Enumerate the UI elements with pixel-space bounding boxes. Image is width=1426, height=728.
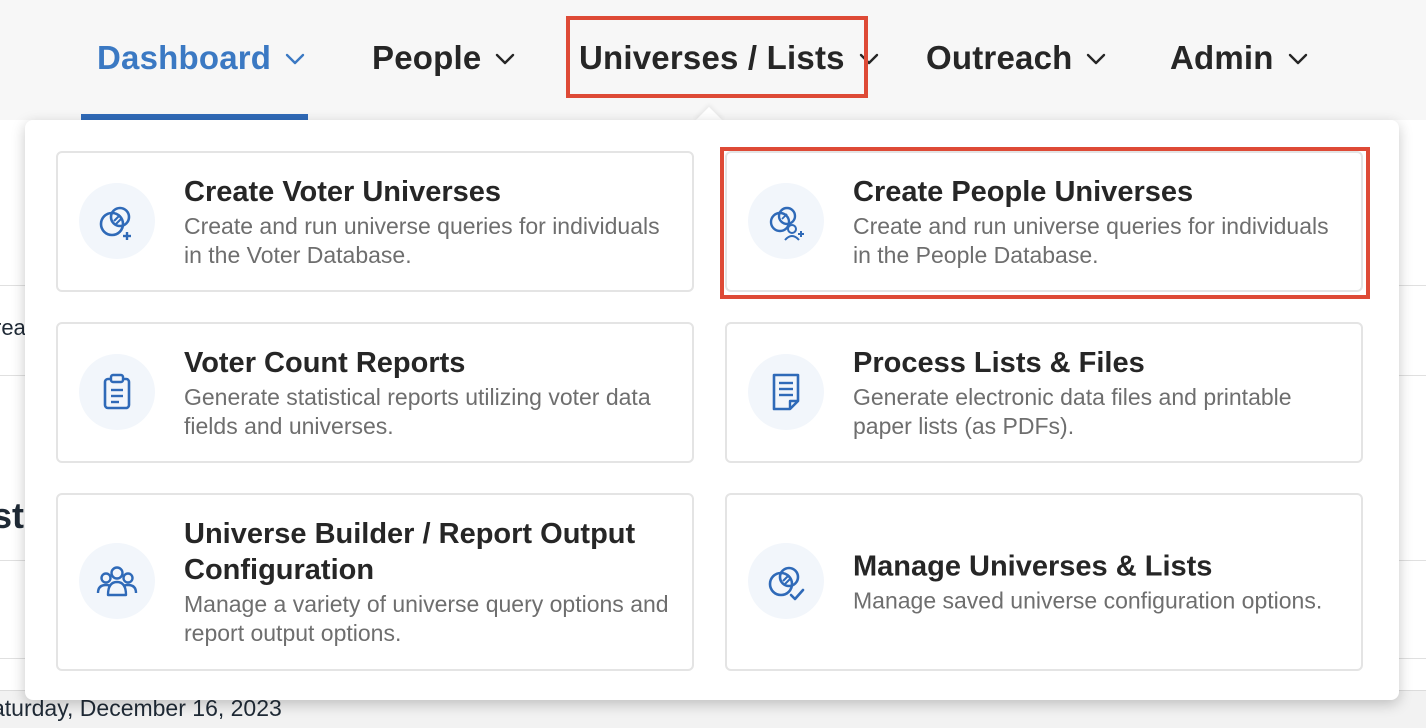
nav-item-people[interactable]: People bbox=[372, 0, 515, 116]
card-text: Manage Universes & Lists Manage saved un… bbox=[853, 549, 1341, 616]
universes-lists-dropdown: Create Voter Universes Create and run un… bbox=[25, 120, 1399, 700]
highlight-box bbox=[566, 16, 868, 98]
nav-item-admin[interactable]: Admin bbox=[1170, 0, 1308, 116]
menu-card-universe-builder-config[interactable]: Universe Builder / Report Output Configu… bbox=[56, 493, 694, 671]
menu-card-create-voter-universes[interactable]: Create Voter Universes Create and run un… bbox=[56, 151, 694, 292]
card-title: Create Voter Universes bbox=[184, 175, 502, 208]
document-icon bbox=[772, 373, 800, 410]
card-text: Create Voter Universes Create and run un… bbox=[184, 174, 672, 270]
card-text: Create People Universes Create and run u… bbox=[853, 174, 1341, 270]
icon-badge bbox=[79, 182, 155, 259]
clipboard-icon bbox=[103, 373, 131, 409]
card-description: Manage saved universe configuration opti… bbox=[853, 587, 1323, 614]
card-description: Manage a variety of universe query optio… bbox=[184, 591, 669, 646]
card-text: Voter Count Reports Generate statistical… bbox=[184, 345, 672, 441]
nav-item-label: Admin bbox=[1170, 39, 1274, 76]
card-title: Voter Count Reports bbox=[184, 346, 466, 379]
card-description: Create and run universe queries for indi… bbox=[853, 212, 1329, 268]
icon-badge bbox=[748, 353, 824, 430]
card-title: Universe Builder / Report Output Configu… bbox=[184, 518, 636, 586]
card-description: Create and run universe queries for indi… bbox=[184, 212, 660, 268]
background-heading-fragment: st bbox=[0, 495, 25, 536]
icon-badge bbox=[748, 543, 824, 619]
chevron-down-icon bbox=[496, 53, 515, 65]
card-text: Universe Builder / Report Output Configu… bbox=[184, 516, 672, 648]
nav-item-label: Outreach bbox=[926, 39, 1073, 76]
card-text: Process Lists & Files Generate electroni… bbox=[853, 345, 1341, 441]
group-icon bbox=[96, 566, 138, 597]
icon-badge bbox=[79, 353, 155, 430]
card-description: Generate statistical reports utilizing v… bbox=[184, 383, 651, 439]
top-navigation: Dashboard People Universes / Lists Outre… bbox=[0, 0, 1426, 120]
menu-card-create-people-universes[interactable]: Create People Universes Create and run u… bbox=[725, 151, 1363, 292]
card-title: Process Lists & Files bbox=[853, 346, 1145, 379]
card-title: Manage Universes & Lists bbox=[853, 550, 1213, 583]
icon-badge bbox=[79, 543, 155, 619]
menu-card-voter-count-reports[interactable]: Voter Count Reports Generate statistical… bbox=[56, 322, 694, 463]
icon-badge bbox=[748, 182, 824, 259]
card-title: Create People Universes bbox=[853, 175, 1194, 208]
nav-item-dashboard[interactable]: Dashboard bbox=[97, 0, 305, 116]
menu-card-process-lists-files[interactable]: Process Lists & Files Generate electroni… bbox=[725, 322, 1363, 463]
voter-universe-icon bbox=[99, 206, 131, 240]
card-description: Generate electronic data files and print… bbox=[853, 383, 1292, 439]
nav-item-label: People bbox=[372, 39, 482, 76]
chevron-down-icon bbox=[1288, 53, 1307, 65]
nav-item-outreach[interactable]: Outreach bbox=[926, 0, 1106, 116]
chevron-down-icon bbox=[1087, 53, 1106, 65]
menu-card-manage-universes-lists[interactable]: Manage Universes & Lists Manage saved un… bbox=[725, 493, 1363, 671]
people-universe-icon bbox=[769, 206, 804, 241]
background-text-fragment: rea bbox=[0, 315, 26, 340]
manage-universe-icon bbox=[768, 566, 805, 601]
chevron-down-icon bbox=[285, 53, 305, 65]
nav-item-label: Dashboard bbox=[97, 39, 272, 76]
